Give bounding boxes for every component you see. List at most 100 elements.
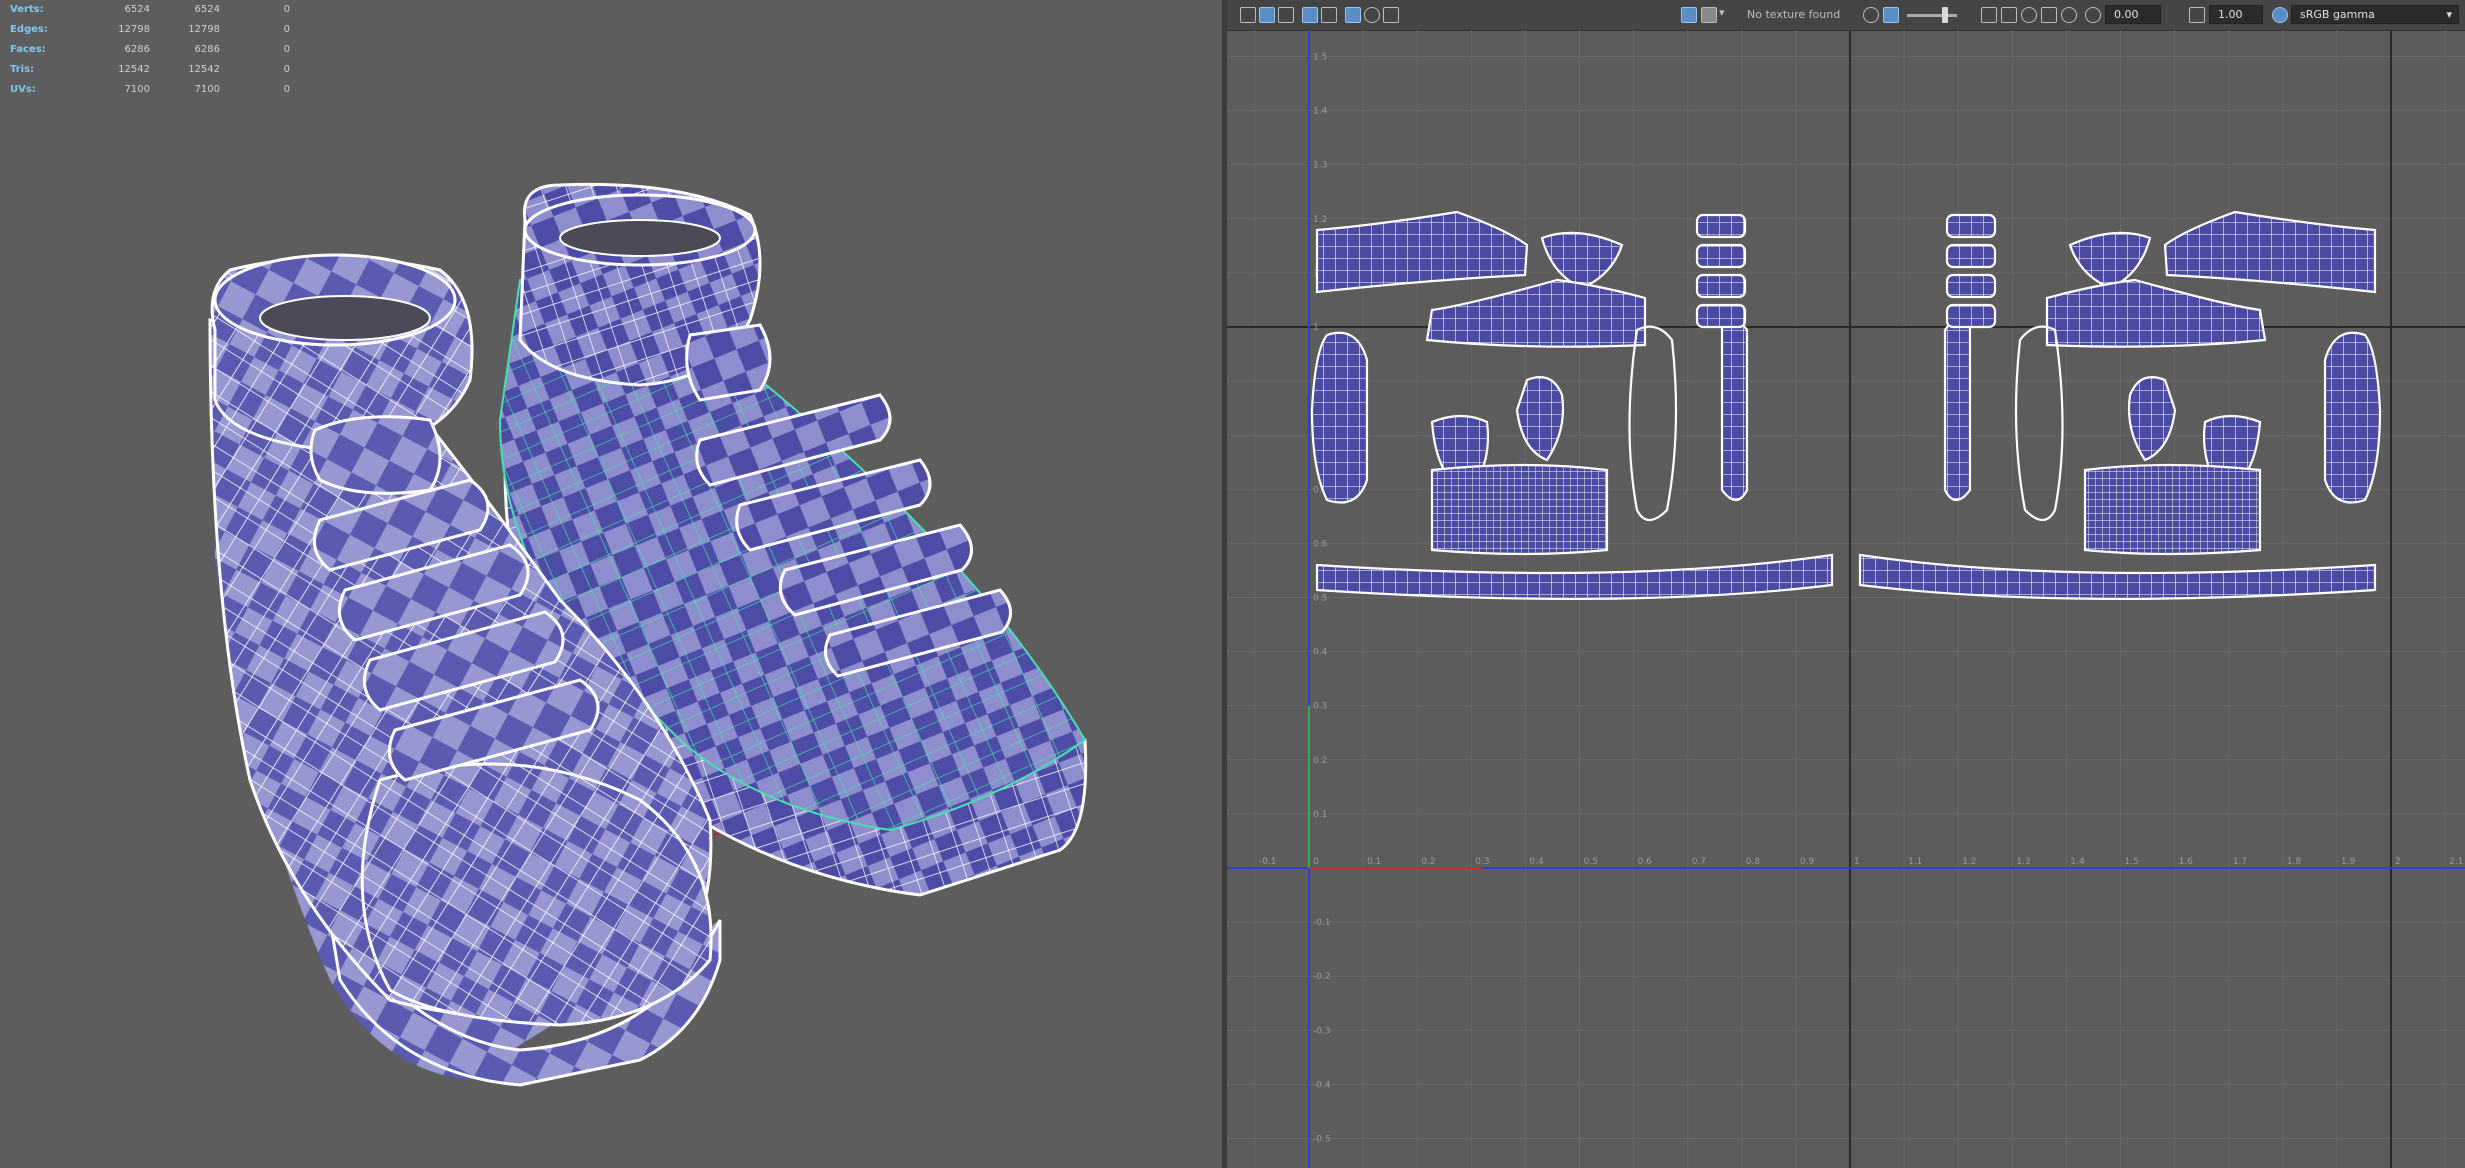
- uv-shell-vamp-right: [2083, 463, 2262, 556]
- hud-row: UVs: 7100 7100 0: [10, 80, 290, 100]
- v-tick-label: 1.5: [1313, 53, 1327, 63]
- uv-shell-foxing-left: [1315, 553, 1834, 600]
- u-tick-label: 0.4: [1529, 857, 1544, 867]
- image-display-icon[interactable]: [1681, 7, 1697, 23]
- hud-row: Edges: 12798 12798 0: [10, 20, 290, 40]
- color-management-icon[interactable]: [2272, 7, 2288, 23]
- distortion-icon[interactable]: [1321, 7, 1337, 23]
- uv-shell-insole-right: [2323, 331, 2382, 504]
- hud-row: Faces: 6286 6286 0: [10, 40, 290, 60]
- fit-to-frame-icon[interactable]: [1981, 7, 1997, 23]
- v-tick-label: 0.6: [1313, 539, 1328, 549]
- uv-shell-foxing-right: [1858, 553, 2377, 600]
- hud-value: 7100: [124, 84, 150, 95]
- hud-value: 0: [283, 24, 290, 35]
- dropdown-chevron-icon: ▾: [2446, 8, 2452, 21]
- uv-shell-quarter-inner-right: [2045, 278, 2267, 348]
- hud-value: 0: [283, 4, 290, 15]
- checker-tile-icon[interactable]: [1701, 7, 1717, 23]
- u-tick-label: 1.6: [2179, 857, 2194, 867]
- rgb-channel-icon[interactable]: [1863, 7, 1879, 23]
- shaded-uv-icon[interactable]: [1278, 7, 1294, 23]
- u-tick-label: 2.1: [2449, 857, 2463, 867]
- uv-grid-icon[interactable]: [1240, 7, 1256, 23]
- uv-shell-heel-counter-left: [1720, 317, 1749, 502]
- color-space-dropdown[interactable]: sRGB gamma ▾: [2291, 5, 2459, 24]
- hud-value: 12542: [118, 64, 150, 75]
- grid-snap-icon[interactable]: [2041, 7, 2057, 23]
- hud-row: Verts: 6524 6524 0: [10, 0, 290, 20]
- u-tick-label: 0.5: [1584, 857, 1598, 867]
- u-tick-label: 0.2: [1421, 857, 1435, 867]
- uv-shell-heel-counter-right: [1943, 317, 1972, 502]
- uv-shell-toe-left: [1515, 376, 1565, 462]
- v-tick-label: 1.2: [1313, 215, 1327, 225]
- uv-grid-lines: [1227, 30, 2465, 1168]
- exposure-field[interactable]: 0.00: [2105, 5, 2161, 24]
- u-tick-label: 0.1: [1367, 857, 1381, 867]
- uv-editor-panel[interactable]: ▾ No texture found 0.00 1.00 sRGB gamma …: [1227, 0, 2465, 1168]
- v-tick-label: 0.1: [1313, 810, 1327, 820]
- hud-value: 6286: [124, 44, 150, 55]
- u-tick-label: 1.5: [2125, 857, 2139, 867]
- uv-shells-straps-right: [1945, 213, 1997, 329]
- hud-value: 12798: [188, 24, 220, 35]
- uv-shell-toe-right: [2127, 376, 2177, 462]
- v-tick-label: -0.1: [1313, 918, 1331, 928]
- perspective-viewport[interactable]: Verts: 6524 6524 0 Edges: 12798 12798 0 Faces: 62…: [0, 0, 1222, 1168]
- checker-options-chevron-icon[interactable]: ▾: [1719, 6, 1725, 19]
- snapshot-camera-icon[interactable]: [1383, 7, 1399, 23]
- v-tick-label: 0.3: [1313, 702, 1327, 712]
- u-tick-label: 1.4: [2070, 857, 2085, 867]
- shading-mode-icon[interactable]: [2021, 7, 2037, 23]
- uv-shell-quarter-inner-left: [1425, 278, 1647, 348]
- u-tick-label: 1.9: [2341, 857, 2356, 867]
- checker-map-icon[interactable]: [1345, 7, 1361, 23]
- v-tick-label: -0.5: [1313, 1135, 1331, 1145]
- u-tick-label: 1.3: [2016, 857, 2030, 867]
- hud-value: 12542: [188, 64, 220, 75]
- v-tick-label: 0.2: [1313, 756, 1327, 766]
- u-tick-label: 2: [2395, 857, 2401, 867]
- alpha-channel-icon[interactable]: [1883, 7, 1899, 23]
- isolate-select-icon[interactable]: [1364, 7, 1380, 23]
- hud-label: UVs:: [10, 84, 36, 95]
- u-tick-label: 1: [1854, 857, 1860, 867]
- gamma-field[interactable]: 1.00: [2209, 5, 2263, 24]
- uv-border-icon[interactable]: [1302, 7, 1318, 23]
- brightness-slider-handle[interactable]: [1942, 7, 1948, 23]
- hud-row: Tris: 12542 12542 0: [10, 60, 290, 80]
- hud-value: 12798: [118, 24, 150, 35]
- texture-display-icon[interactable]: [1259, 7, 1275, 23]
- gamma-icon[interactable]: [2189, 7, 2205, 23]
- v-tick-label: 1: [1313, 323, 1319, 333]
- v-tick-label: 0.4: [1313, 648, 1328, 658]
- u-tick-label: 1.8: [2287, 857, 2302, 867]
- frame-all-icon[interactable]: [2001, 7, 2017, 23]
- hud-value: 6286: [194, 44, 220, 55]
- u-tick-label: 0.7: [1692, 857, 1706, 867]
- exposure-icon[interactable]: [2085, 7, 2101, 23]
- hud-label: Tris:: [10, 64, 35, 75]
- hud-label: Faces:: [10, 44, 46, 55]
- hud-value: 7100: [194, 84, 220, 95]
- u-tick-label: 0.3: [1475, 857, 1489, 867]
- uv-shell-quarter-outer-right: [2163, 210, 2377, 294]
- uv-shell-insole-left: [1310, 331, 1369, 504]
- color-space-value: sRGB gamma: [2300, 8, 2375, 21]
- uv-shells[interactable]: [1310, 210, 2382, 600]
- uv-grid-canvas[interactable]: -0.1 0 0.1 0.2 0.3 0.4 0.5 0.6 0.7 0.8 0.9 1 1.1 1.2 1…: [1227, 30, 2465, 1168]
- u-tick-label: -0.1: [1259, 857, 1277, 867]
- v-tick-label: -0.3: [1313, 1026, 1331, 1036]
- poly-count-hud: Verts: 6524 6524 0 Edges: 12798 12798 0 Faces: 62…: [10, 0, 290, 100]
- brightness-slider-track[interactable]: [1907, 14, 1957, 17]
- v-tick-label: 0.5: [1313, 594, 1327, 604]
- v-tick-label: 1.4: [1313, 107, 1328, 117]
- hud-label: Verts:: [10, 4, 44, 15]
- v-tick-label: 1.3: [1313, 161, 1327, 171]
- pixel-snap-icon[interactable]: [2061, 7, 2077, 23]
- texture-status-label: No texture found: [1747, 8, 1841, 21]
- u-tick-label: 1.7: [2233, 857, 2247, 867]
- uv-shell-sole-ring-right: [2014, 325, 2064, 522]
- shoe-model-viewport-canvas[interactable]: [0, 0, 1222, 1168]
